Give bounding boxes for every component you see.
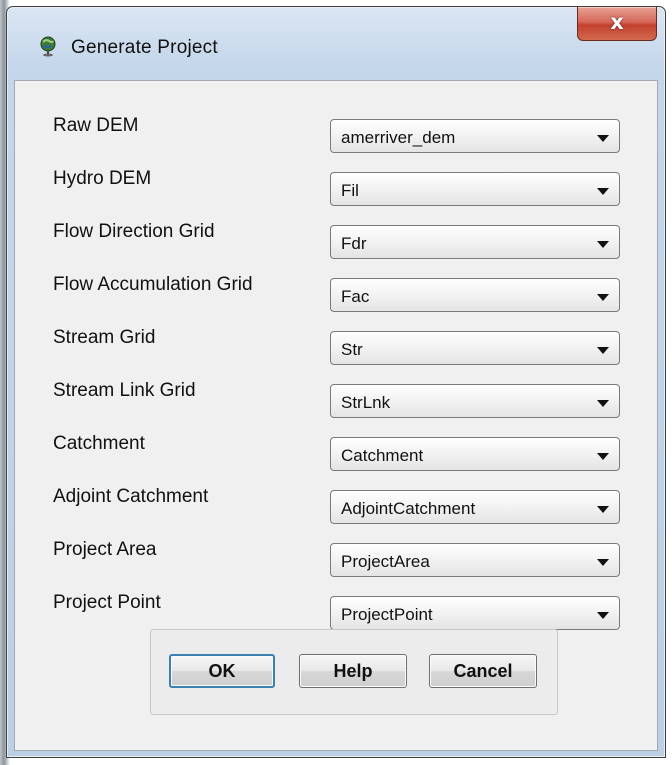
hydro-dem-dropdown[interactable]: Fil (330, 172, 620, 206)
window-title: Generate Project (71, 37, 218, 58)
field-row-flow-direction: Flow Direction Grid Fdr (15, 221, 659, 261)
dropdown-arrow-icon (597, 188, 609, 195)
field-row-flow-accumulation: Flow Accumulation Grid Fac (15, 274, 659, 314)
project-point-value: ProjectPoint (341, 605, 433, 624)
stream-link-grid-dropdown[interactable]: StrLnk (330, 384, 620, 418)
hydro-dem-label: Hydro DEM (53, 168, 152, 189)
flow-accumulation-label: Flow Accumulation Grid (53, 274, 253, 295)
stream-grid-dropdown[interactable]: Str (330, 331, 620, 365)
adjoint-catchment-label: Adjoint Catchment (53, 486, 209, 507)
raw-dem-dropdown[interactable]: amerriver_dem (330, 119, 620, 153)
flow-direction-dropdown[interactable]: Fdr (330, 225, 620, 259)
dropdown-arrow-icon (597, 347, 609, 354)
field-row-project-area: Project Area ProjectArea (15, 539, 659, 579)
flow-direction-value: Fdr (341, 234, 367, 253)
help-button[interactable]: Help (299, 654, 407, 688)
field-row-hydro-dem: Hydro DEM Fil (15, 168, 659, 208)
generate-project-dialog: Generate Project x Raw DEM amerriver_dem… (6, 6, 666, 758)
flow-accumulation-value: Fac (341, 287, 370, 306)
catchment-value: Catchment (341, 446, 424, 465)
title-bar[interactable]: Generate Project x (7, 7, 665, 79)
ok-button[interactable]: OK (169, 654, 275, 688)
project-area-value: ProjectArea (341, 552, 430, 571)
cancel-button[interactable]: Cancel (429, 654, 537, 688)
dropdown-arrow-icon (597, 612, 609, 619)
close-icon: x (610, 10, 624, 34)
adjoint-catchment-dropdown[interactable]: AdjointCatchment (330, 490, 620, 524)
field-row-catchment: Catchment Catchment (15, 433, 659, 473)
raw-dem-value: amerriver_dem (341, 128, 456, 147)
button-panel: OK Help Cancel (150, 629, 558, 715)
stream-link-grid-label: Stream Link Grid (53, 380, 196, 401)
project-area-label: Project Area (53, 539, 157, 560)
field-row-stream-link-grid: Stream Link Grid StrLnk (15, 380, 659, 420)
flow-accumulation-dropdown[interactable]: Fac (330, 278, 620, 312)
catchment-label: Catchment (53, 433, 145, 454)
globe-pin-icon (37, 35, 59, 57)
stream-link-grid-value: StrLnk (341, 393, 391, 412)
project-area-dropdown[interactable]: ProjectArea (330, 543, 620, 577)
flow-direction-label: Flow Direction Grid (53, 221, 215, 242)
catchment-dropdown[interactable]: Catchment (330, 437, 620, 471)
hydro-dem-value: Fil (341, 181, 359, 200)
dropdown-arrow-icon (597, 400, 609, 407)
dropdown-arrow-icon (597, 241, 609, 248)
raw-dem-label: Raw DEM (53, 115, 139, 136)
stream-grid-value: Str (341, 340, 363, 359)
project-point-label: Project Point (53, 592, 161, 613)
close-button[interactable]: x (577, 7, 657, 41)
project-point-dropdown[interactable]: ProjectPoint (330, 596, 620, 630)
stream-grid-label: Stream Grid (53, 327, 156, 348)
dropdown-arrow-icon (597, 559, 609, 566)
field-row-adjoint-catchment: Adjoint Catchment AdjointCatchment (15, 486, 659, 526)
dialog-body: Raw DEM amerriver_dem Hydro DEM Fil Flow… (14, 80, 658, 751)
field-row-project-point: Project Point ProjectPoint (15, 592, 659, 632)
dropdown-arrow-icon (597, 506, 609, 513)
dropdown-arrow-icon (597, 135, 609, 142)
field-row-stream-grid: Stream Grid Str (15, 327, 659, 367)
dropdown-arrow-icon (597, 294, 609, 301)
field-row-raw-dem: Raw DEM amerriver_dem (15, 115, 659, 155)
dropdown-arrow-icon (597, 453, 609, 460)
adjoint-catchment-value: AdjointCatchment (341, 499, 476, 518)
